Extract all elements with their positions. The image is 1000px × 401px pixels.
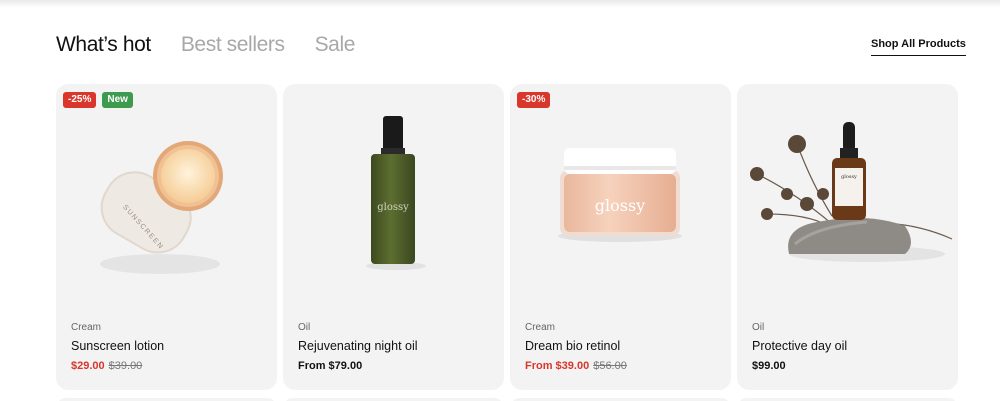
original-price: $39.00 (108, 360, 143, 372)
product-card[interactable]: -30% glossy Cream Dream bio retinol From… (510, 84, 731, 390)
brand-label: glossy (595, 196, 645, 215)
tab-sale[interactable]: Sale (315, 33, 356, 57)
product-price: From $39.00 $56.00 (525, 360, 627, 372)
product-card[interactable]: glossy Oil Protective day oil $99.00 (737, 84, 958, 390)
shop-all-products-link[interactable]: Shop All Products (871, 38, 966, 56)
tab-whats-hot[interactable]: What’s hot (56, 33, 151, 57)
dropper-bottle-image: glossy (750, 122, 953, 262)
product-card[interactable]: -25% New SUNSCREEN Cream Sunscreen lotio… (56, 84, 277, 390)
brand-label: glossy (377, 202, 409, 213)
product-name[interactable]: Rejuvenating night oil (298, 339, 418, 353)
product-card[interactable]: glossy Oil Rejuvenating night oil From $… (283, 84, 504, 390)
product-price: $29.00 $39.00 (71, 360, 142, 372)
brand-label: glossy (841, 174, 857, 180)
original-price: $56.00 (593, 360, 627, 372)
current-price: $99.00 (752, 360, 786, 372)
sunscreen-jar-image: SUNSCREEN (100, 141, 223, 274)
product-category: Cream (71, 322, 102, 333)
tab-best-sellers[interactable]: Best sellers (181, 33, 285, 57)
product-price: $99.00 (752, 360, 786, 372)
current-price: $29.00 (71, 360, 105, 372)
product-tabs: What’s hot Best sellers Sale (56, 33, 355, 57)
product-name[interactable]: Dream bio retinol (525, 339, 620, 353)
header-shadow (0, 0, 1000, 8)
current-price: From $39.00 (525, 360, 590, 372)
product-category: Cream (525, 322, 556, 333)
product-price: From $79.00 (298, 360, 362, 372)
current-price: From $79.00 (298, 360, 363, 372)
retinol-jar-image: glossy (558, 148, 682, 242)
product-name[interactable]: Sunscreen lotion (71, 339, 164, 353)
product-name[interactable]: Protective day oil (752, 339, 847, 353)
oil-bottle-image: glossy (366, 116, 426, 270)
product-category: Oil (298, 322, 311, 333)
product-category: Oil (752, 322, 765, 333)
